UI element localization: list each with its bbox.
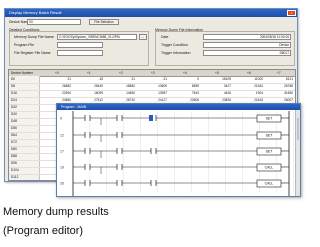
row-device-label: D24 <box>11 98 17 102</box>
vertical-scrollbar[interactable] <box>295 110 300 196</box>
contact <box>117 132 122 138</box>
rung-step-number: 19 <box>60 166 64 170</box>
row-device-label: D8 <box>11 84 16 88</box>
caption-line-2: (Program editor) <box>3 225 84 237</box>
ladder-diagram: 0 SET 12 SET 17 SET 19 CALL 26 CALL <box>60 111 290 196</box>
table-cell: 1904 <box>255 91 263 95</box>
instruction-label: SET <box>266 117 274 121</box>
table-cell: 4406 <box>223 91 231 95</box>
table-cell: 31650 <box>284 91 293 95</box>
browse-button[interactable]: ... <box>139 34 147 40</box>
table-cell: 6559 <box>191 84 199 88</box>
contact <box>117 164 122 170</box>
table-cell: 11000 <box>254 77 263 81</box>
row-device-label: D104 <box>11 168 19 172</box>
row-device-label: D32 <box>11 105 17 109</box>
contact <box>151 180 156 186</box>
ladder-rung[interactable]: 12 SET <box>60 131 289 142</box>
instruction-label: SET <box>266 134 274 138</box>
instruction-label: SET <box>266 150 274 154</box>
table-cell: 6121 <box>285 77 293 81</box>
contact <box>151 148 156 154</box>
table-cell: 14650 <box>126 91 135 95</box>
ladder-rung[interactable]: 0 SET <box>60 114 289 125</box>
table-cell: 13609 <box>158 84 167 88</box>
table-cell: 16109 <box>222 77 231 81</box>
row-device-label: D56 <box>11 126 17 130</box>
memory-dump-file-name-label: Memory Dump File Name <box>14 35 54 39</box>
row-device-label: D40 <box>11 112 17 116</box>
row-device-label: D88 <box>11 154 17 158</box>
contact <box>85 180 90 186</box>
table-cell: 0 <box>197 77 199 81</box>
row-device-label: D16 <box>11 91 17 95</box>
memory-dump-file-name-input[interactable]: C:\SGX\Sp\Sys\mn_VWENCI\MB_01.DPM <box>57 34 137 40</box>
ladder-rung[interactable]: 26 CALL <box>60 179 289 188</box>
contact <box>85 148 90 154</box>
trigger-condition-label: Trigger Condition <box>161 43 188 47</box>
table-cell: 18582 <box>126 84 135 88</box>
row-device-label: D64 <box>11 133 17 137</box>
program-file-label: Program File <box>14 43 35 47</box>
row-device-label: D112 <box>11 175 19 179</box>
program-editor-window: Program - MAIN 0 SET 12 SET 17 SET 19 CALL 26 CAL… <box>56 103 301 197</box>
table-cell: 13957 <box>158 91 167 95</box>
contact <box>117 115 122 121</box>
instruction-label: CALL <box>265 166 274 170</box>
memory-batch-title: Display Memory Batch Result <box>9 10 62 15</box>
table-cell: 22594 <box>62 91 71 95</box>
trigger-condition-value: Device <box>203 42 291 48</box>
table-cell: -15 <box>98 77 103 81</box>
table-cell: 21942 <box>254 84 263 88</box>
table-cell: 16099 <box>94 91 103 95</box>
rung-step-number: 26 <box>60 182 64 186</box>
file-register-file-label: File Register File Name <box>14 51 51 55</box>
row-device-label: D48 <box>11 119 17 123</box>
file-selection-button[interactable]: File Selection <box>89 19 119 25</box>
contact <box>117 148 122 154</box>
table-cell: 21 <box>131 77 135 81</box>
caption-line-1: Memory dump results <box>3 206 109 218</box>
table-cell: 3427 <box>223 84 231 88</box>
program-file-select[interactable] <box>57 42 103 48</box>
contact <box>85 115 90 121</box>
row-device-label: D72 <box>11 140 17 144</box>
device-name-input[interactable]: X0 <box>27 19 81 25</box>
ladder-rung[interactable]: 19 CALL <box>60 163 289 174</box>
file-register-file-select[interactable] <box>57 50 103 56</box>
table-cell: 25449 <box>94 84 103 88</box>
contact <box>85 132 90 138</box>
table-cell: 21 <box>67 77 71 81</box>
table-cell: -21 <box>162 77 167 81</box>
row-device-label: D96 <box>11 161 17 165</box>
contact <box>85 164 90 170</box>
rung-step-number: 12 <box>60 134 64 138</box>
rung-step-number: 0 <box>60 117 62 121</box>
trigger-information-label: Trigger Information <box>161 51 191 55</box>
row-device-label: D0 <box>11 77 16 81</box>
selected-contact-highlight <box>149 115 153 121</box>
rung-step-number: 17 <box>60 150 64 154</box>
scrollbar-thumb[interactable] <box>297 118 299 140</box>
close-icon[interactable]: × <box>287 10 296 16</box>
trigger-information-value: D8017 <box>203 50 291 56</box>
table-cell: 26582 <box>62 84 71 88</box>
instruction-label: CALL <box>265 182 274 186</box>
row-device-label: D80 <box>11 147 17 151</box>
table-cell: 26788 <box>284 84 293 88</box>
memory-batch-titlebar: Display Memory Batch Result × <box>5 9 297 17</box>
contact <box>117 180 122 186</box>
table-cell: 7543 <box>191 91 199 95</box>
date-label: Date <box>161 35 169 39</box>
date-value: 2004/05/18 11:00:00 <box>203 34 291 40</box>
ladder-rung[interactable]: 17 SET <box>60 147 289 158</box>
